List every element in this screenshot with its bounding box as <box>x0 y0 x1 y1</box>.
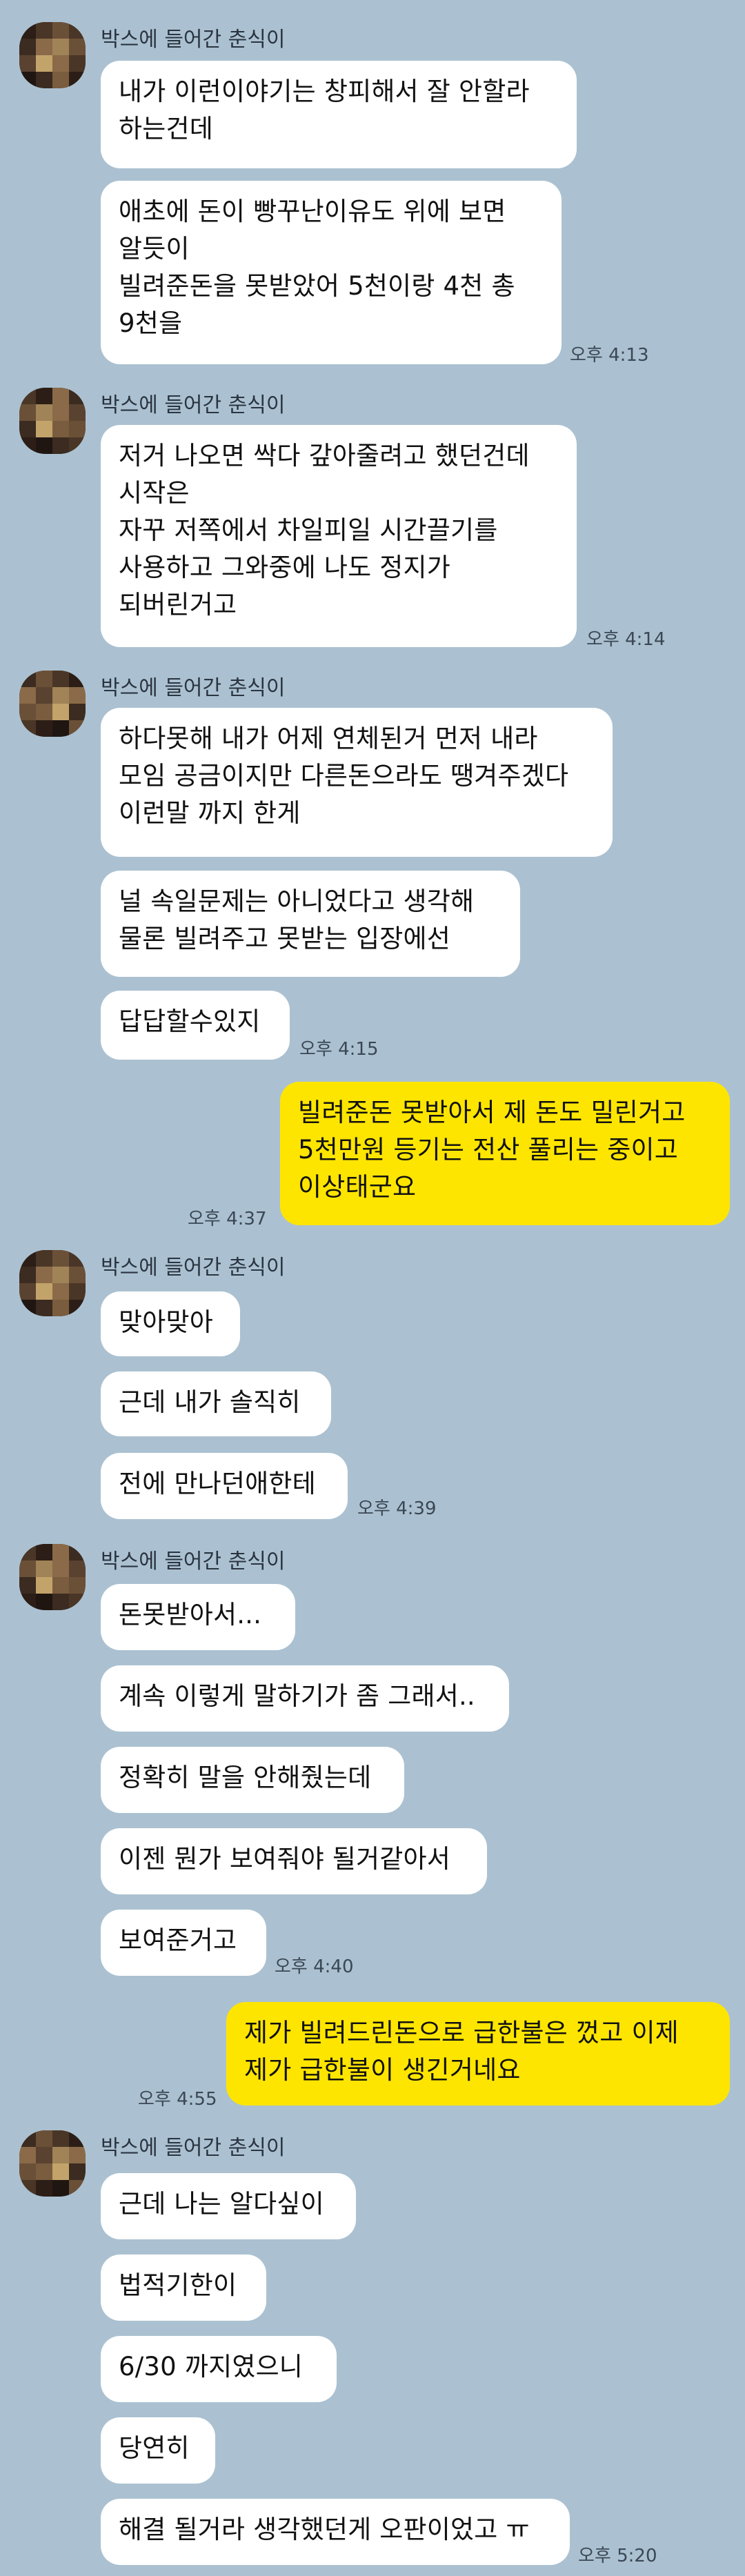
message-bubble[interactable]: 돈못받아서... <box>101 1584 295 1650</box>
sender-name: 박스에 들어간 춘식이 <box>101 1256 286 1280</box>
message-bubble[interactable]: 정확히 말을 안해줬는데 <box>101 1747 404 1813</box>
message-bubble[interactable]: 저거 나오면 싹다 갚아줄려고 했던건데 시작은 자꾸 저쪽에서 차일피일 시간… <box>101 425 577 647</box>
message-bubble[interactable]: 계속 이렇게 말하기가 좀 그래서.. <box>101 1665 509 1732</box>
message-bubble[interactable]: 근데 나는 알다싶이 <box>101 2173 356 2239</box>
sender-avatar[interactable] <box>19 2130 86 2197</box>
message-time: 오후 4:39 <box>357 1498 437 1519</box>
message-time: 오후 4:55 <box>138 2089 217 2110</box>
message-bubble[interactable]: 6/30 까지였으니 <box>101 2336 337 2402</box>
message-bubble[interactable]: 당연히 <box>101 2417 215 2484</box>
message-bubble[interactable]: 답답할수있지 <box>101 991 290 1060</box>
message-bubble[interactable]: 하다못해 내가 어제 연체된거 먼저 내라 모임 공금이지만 다른돈으라도 땡겨… <box>101 708 613 857</box>
sender-avatar[interactable] <box>19 1544 86 1610</box>
sender-name: 박스에 들어간 춘식이 <box>101 393 286 417</box>
message-time: 오후 4:37 <box>188 1209 267 1229</box>
message-time: 오후 4:13 <box>570 345 649 366</box>
message-time: 오후 4:15 <box>299 1039 379 1060</box>
message-bubble[interactable]: 내가 이런이야기는 창피해서 잘 안할라 하는건데 <box>101 61 577 168</box>
message-bubble[interactable]: 맞아맞아 <box>101 1291 240 1356</box>
message-bubble[interactable]: 널 속일문제는 아니었다고 생각해 물론 빌려주고 못받는 입장에선 <box>101 871 520 977</box>
message-time: 오후 4:14 <box>586 629 666 650</box>
sender-avatar[interactable] <box>19 1250 86 1316</box>
sender-name: 박스에 들어간 춘식이 <box>101 1549 286 1574</box>
message-bubble[interactable]: 전에 만나던애한테 <box>101 1453 348 1519</box>
my-message-bubble[interactable]: 제가 빌려드린돈으로 급한불은 껐고 이제 제가 급한불이 생긴거네요 <box>226 2002 730 2106</box>
sender-name: 박스에 들어간 춘식이 <box>101 2136 286 2160</box>
message-time: 오후 5:20 <box>578 2546 657 2566</box>
message-bubble[interactable]: 해결 될거라 생각했던게 오판이었고 ㅠ <box>101 2499 570 2565</box>
message-bubble[interactable]: 보여준거고 <box>101 1910 266 1976</box>
message-bubble[interactable]: 애초에 돈이 빵꾸난이유도 위에 보면 알듯이 빌려준돈을 못받았어 5천이랑 … <box>101 181 562 364</box>
sender-avatar[interactable] <box>19 388 86 454</box>
sender-avatar[interactable] <box>19 671 86 737</box>
my-message-bubble[interactable]: 빌려준돈 못받아서 제 돈도 밀린거고 5천만원 등기는 전산 풀리는 중이고 … <box>280 1082 730 1225</box>
sender-name: 박스에 들어간 춘식이 <box>101 28 286 52</box>
message-bubble[interactable]: 이젠 뭔가 보여줘야 될거같아서 <box>101 1828 487 1894</box>
message-time: 오후 4:40 <box>275 1956 354 1977</box>
message-bubble[interactable]: 법적기한이 <box>101 2255 266 2321</box>
sender-name: 박스에 들어간 춘식이 <box>101 676 286 700</box>
sender-avatar[interactable] <box>19 22 86 88</box>
message-bubble[interactable]: 근데 내가 솔직히 <box>101 1371 331 1436</box>
